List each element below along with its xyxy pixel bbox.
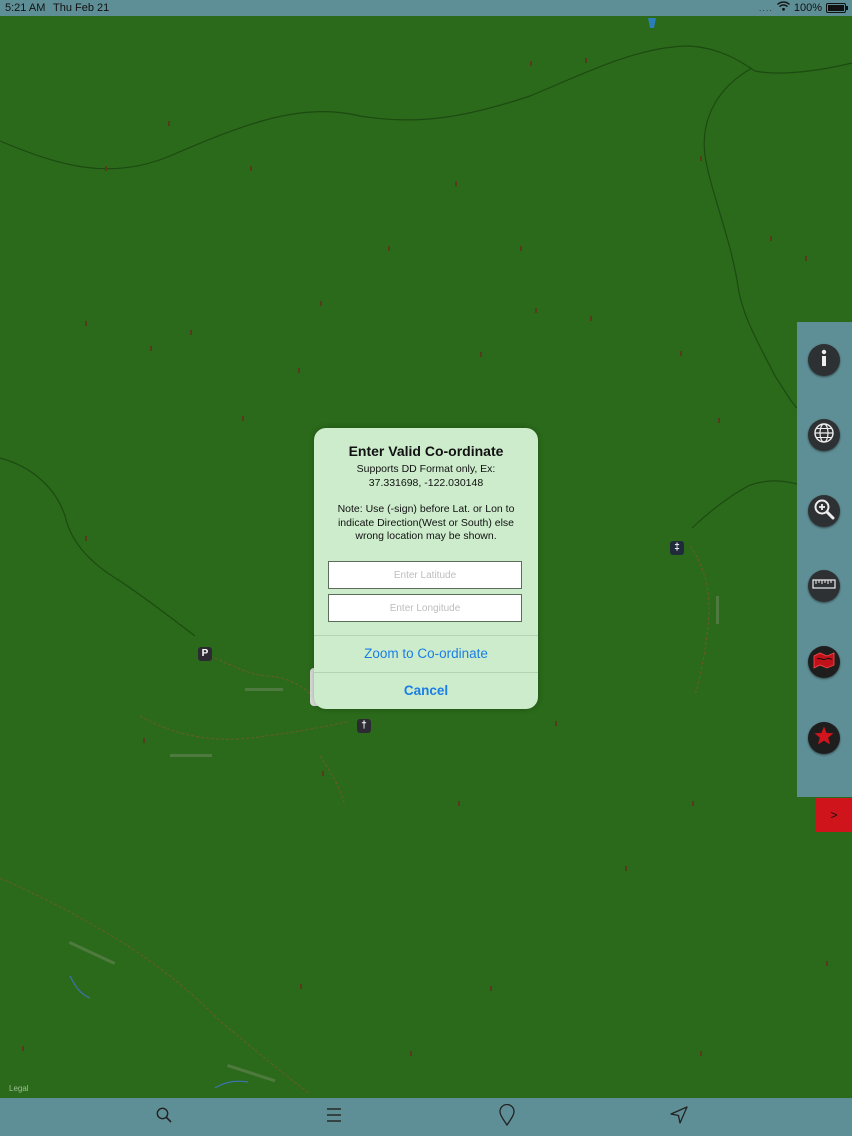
menu-icon — [325, 1106, 343, 1129]
battery-percent: 100% — [793, 2, 822, 14]
cancel-button[interactable]: Cancel — [314, 673, 538, 709]
dialog-message: Supports DD Format only, Ex: 37.331698, … — [326, 463, 526, 544]
star-icon — [813, 725, 835, 752]
map-trail-line — [689, 545, 710, 697]
info-icon — [814, 348, 834, 373]
side-toolbar — [797, 322, 852, 797]
zoom-in-button[interactable] — [808, 495, 840, 527]
ruler-icon — [812, 577, 836, 595]
status-bar: 5:21 AM Thu Feb 21 .... 100% — [0, 0, 852, 16]
message-line: Supports DD Format only, Ex: — [356, 463, 496, 475]
note-line: wrong location may be shown. — [355, 530, 497, 542]
pin-icon — [498, 1103, 516, 1131]
note-line: Note: Use (-sign) before Lat. or Lon to — [337, 503, 515, 515]
map-contour-line — [0, 45, 852, 170]
map-water-line — [69, 975, 91, 999]
map-contour-line — [0, 457, 196, 637]
globe-button[interactable] — [808, 419, 840, 451]
map-trail-line — [319, 755, 346, 807]
side-toolbar-toggle[interactable]: > — [816, 798, 852, 832]
menu-button[interactable] — [324, 1107, 344, 1127]
zoom-in-icon — [813, 498, 835, 525]
map-contour-line — [703, 67, 798, 409]
bottom-toolbar — [0, 1098, 852, 1136]
signal-icon: .... — [758, 3, 773, 13]
map-trail-line — [139, 715, 351, 740]
map-water-line — [214, 1080, 249, 1089]
map-layer-icon — [812, 650, 836, 675]
app-screen: 5:21 AM Thu Feb 21 .... 100% P † ‡ Legal… — [0, 0, 852, 1136]
message-spacer — [326, 490, 526, 503]
tower-marker[interactable]: ‡ — [670, 541, 684, 555]
status-time: 5:21 AM — [5, 2, 46, 14]
search-icon — [155, 1106, 173, 1129]
map-trail-line — [0, 877, 311, 1095]
status-date: Thu Feb 21 — [53, 2, 110, 14]
note-line: indicate Direction(West or South) else — [337, 516, 515, 529]
globe-icon — [813, 422, 835, 449]
ruler-button[interactable] — [808, 570, 840, 602]
status-right: .... 100% — [758, 0, 848, 16]
info-button[interactable] — [808, 344, 840, 376]
battery-icon — [826, 3, 848, 13]
favorites-button[interactable] — [808, 722, 840, 754]
pin-button[interactable] — [497, 1103, 517, 1127]
map-layer-button[interactable] — [808, 646, 840, 678]
search-button[interactable] — [154, 1107, 174, 1127]
map-contour-line — [691, 480, 798, 529]
dialog-title: Enter Valid Co-ordinate — [348, 443, 504, 459]
map-water-spot — [648, 18, 656, 28]
zoom-to-coordinate-button[interactable]: Zoom to Co-ordinate — [314, 636, 538, 672]
longitude-input[interactable] — [328, 594, 522, 622]
latitude-input[interactable] — [328, 561, 522, 589]
wifi-icon — [776, 0, 790, 16]
hiker-marker[interactable]: † — [357, 719, 371, 733]
location-button[interactable] — [669, 1105, 689, 1129]
location-arrow-icon — [670, 1105, 688, 1129]
coordinate-dialog: Enter Valid Co-ordinate Supports DD Form… — [314, 428, 538, 709]
legal-label[interactable]: Legal — [9, 1084, 29, 1093]
message-example: 37.331698, -122.030148 — [368, 476, 484, 489]
parking-marker[interactable]: P — [198, 647, 212, 661]
